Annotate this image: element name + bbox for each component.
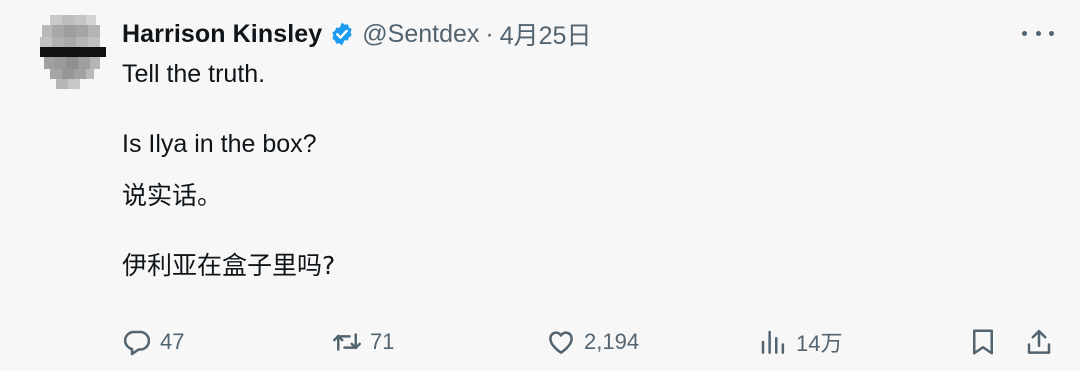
bookmark-icon xyxy=(973,329,993,355)
views-count: 14万 xyxy=(796,331,843,356)
tweet-date[interactable]: 4月25日 xyxy=(500,16,592,52)
tweet-line: 伊利亚在盒子里吗? xyxy=(122,251,336,280)
like-button[interactable]: 2,194 xyxy=(546,326,639,358)
avatar[interactable] xyxy=(40,15,106,91)
views-bar-chart-icon xyxy=(761,330,785,354)
tweet-header: Harrison Kinsley @Sentdex · 4月25日 xyxy=(122,16,591,52)
author-name[interactable]: Harrison Kinsley xyxy=(122,20,322,49)
action-bar: 47 71 2,194 14万 xyxy=(0,318,1080,364)
reply-count: 47 xyxy=(160,329,185,354)
share-button[interactable] xyxy=(1024,326,1054,358)
retweet-icon xyxy=(333,333,361,351)
like-count: 2,194 xyxy=(584,329,640,354)
reply-button[interactable]: 47 xyxy=(122,326,184,358)
tweet-line: 说实话。 xyxy=(122,181,223,210)
tweet-card[interactable]: Harrison Kinsley @Sentdex · 4月25日 Tell t… xyxy=(0,0,1080,371)
retweet-count: 71 xyxy=(370,329,395,354)
separator-dot: · xyxy=(485,19,494,48)
tweet-line: Tell the truth. xyxy=(122,60,266,88)
heart-icon xyxy=(549,331,573,354)
share-icon xyxy=(1027,329,1051,354)
retweet-button[interactable]: 71 xyxy=(332,326,394,358)
reply-icon xyxy=(123,330,151,356)
more-dots-icon[interactable] xyxy=(1022,20,1054,46)
bookmark-button[interactable] xyxy=(968,326,998,358)
tweet-line: Is Ilya in the box? xyxy=(122,130,317,158)
author-handle[interactable]: @Sentdex xyxy=(362,20,479,49)
verified-badge-icon xyxy=(329,21,355,47)
views-button[interactable]: 14万 xyxy=(758,326,842,358)
